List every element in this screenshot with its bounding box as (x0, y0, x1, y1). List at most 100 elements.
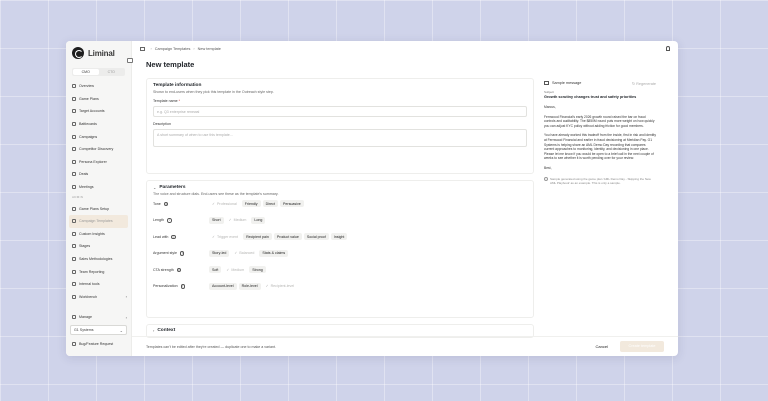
grid-icon (72, 84, 76, 89)
info-icon[interactable]: i (180, 284, 186, 289)
sidebar-item-competitor-discovery[interactable]: Competitor Discovery (66, 143, 131, 156)
info-icon[interactable]: i (167, 218, 172, 223)
sidebar-item-custom-insights[interactable]: Custom Insights (66, 228, 131, 241)
parameter-option-chip[interactable]: Account-level (209, 282, 237, 290)
notification-bell-icon[interactable] (666, 46, 670, 51)
footer-note: Templates can't be edited after they're … (146, 344, 277, 349)
parameter-label: Argument style i (153, 251, 185, 256)
app-window: Liminal CMO CTO Overview Game Plans Targ… (66, 41, 678, 356)
regenerate-button[interactable]: ↻ Regenerate (632, 81, 656, 86)
template-name-input[interactable]: e.g. Q3 enterprise renewal (153, 105, 527, 117)
info-icon[interactable]: i (171, 234, 176, 239)
sidebar-item-persona-explorer[interactable]: Persona Explorer (66, 156, 131, 169)
search-icon (72, 147, 76, 152)
sidebar-item-target-accounts[interactable]: Target Accounts (66, 105, 131, 118)
info-icon[interactable]: i (179, 251, 185, 256)
parameter-option-chip[interactable]: Friendly (241, 200, 261, 208)
parameter-option-chip[interactable]: Persuasive (279, 200, 304, 208)
sidebar-item-deals[interactable]: Deals (66, 168, 131, 181)
parameter-label: Length i (153, 218, 172, 223)
app-name: Liminal (88, 48, 115, 58)
sidebar: Liminal CMO CTO Overview Game Plans Targ… (66, 41, 133, 356)
message-signoff: Best, (544, 165, 552, 170)
parameter-option-chip[interactable]: Stats & claims (259, 249, 289, 257)
parameter-option-chip[interactable]: Social proof (303, 233, 329, 241)
parameter-option-chip[interactable]: ✓ Recipient-level (262, 282, 298, 290)
template-icon (72, 219, 76, 224)
sidebar-item-team-reporting[interactable]: Team Reporting (66, 265, 131, 278)
parameter-option-chip[interactable]: ✓ Medium (223, 266, 248, 274)
sidebar-item-workbench[interactable]: Workbench › (66, 291, 131, 304)
parameter-rows: Tone i ✓ Professional Friendly Direct Persuasi… (153, 196, 527, 295)
sidebar-item-manage[interactable]: Manage › (66, 311, 131, 324)
cancel-button[interactable]: Cancel (596, 344, 608, 349)
sample-message-header: Sample message ↻ Regenerate (544, 78, 656, 88)
create-template-button[interactable]: Create template (620, 341, 664, 352)
sample-note: Sample generated using the game plan 'AM… (544, 176, 656, 185)
sidebar-item-sales-methodologies[interactable]: Sales Methodologies (66, 253, 131, 266)
parameter-option-chip[interactable]: Story-led (209, 249, 230, 257)
content-area: Template information Shown to end-users … (146, 78, 670, 338)
chevron-down-icon: ⌄ (153, 185, 157, 190)
parameters-header[interactable]: ⌄ Parameters (153, 185, 527, 190)
home-icon[interactable] (140, 46, 145, 51)
workspace-name: G1 Systems (74, 328, 94, 333)
liminal-logo-icon (72, 47, 84, 59)
role-tab-cmo[interactable]: CMO (73, 69, 99, 75)
chevron-right-icon: › (153, 328, 155, 333)
megaphone-icon (72, 134, 76, 139)
parameter-option-chip[interactable]: Soft (209, 266, 222, 274)
parameter-option-chip[interactable]: ✓ Professional (209, 200, 240, 208)
parameter-option-chip[interactable]: ✓ Medium (225, 216, 250, 224)
sample-message-title: Sample message (552, 81, 582, 85)
check-icon: ✓ (212, 234, 216, 239)
parameter-option-chip[interactable]: Long (251, 216, 266, 224)
mail-icon (544, 81, 549, 85)
settings-icon (72, 206, 76, 211)
sidebar-item-overview[interactable]: Overview (66, 80, 131, 93)
sidebar-item-stages[interactable]: Stages (66, 240, 131, 253)
parameter-label: CTA strength i (153, 267, 182, 272)
stages-icon (72, 244, 76, 249)
sidebar-item-campaign-templates[interactable]: Campaign Templates (69, 214, 128, 228)
context-header[interactable]: › Context (153, 328, 527, 333)
parameter-option-chip[interactable]: Strong (249, 266, 266, 274)
logo: Liminal (66, 41, 131, 59)
role-toggle: CMO CTO (72, 68, 125, 76)
workspace-select[interactable]: G1 Systems ⌄ (70, 325, 127, 336)
info-icon[interactable]: i (163, 201, 169, 206)
parameter-option-chip[interactable]: Role-level (238, 282, 261, 290)
wrench-icon (72, 282, 76, 287)
sidebar-item-battlecards[interactable]: Battlecards (66, 118, 131, 131)
sidebar-item-campaigns[interactable]: Campaigns (66, 130, 131, 143)
parameter-option-chip[interactable]: Insight (330, 233, 348, 241)
sidebar-item-game-plans-setup[interactable]: Game Plans Setup (66, 202, 131, 215)
book-icon (72, 257, 76, 262)
check-icon: ✓ (226, 267, 230, 272)
breadcrumb-separator: › (193, 46, 195, 51)
parameter-option-chip[interactable]: ✓ Trigger event (209, 233, 242, 241)
role-tab-cto[interactable]: CTO (99, 69, 125, 75)
sidebar-item-bug-report[interactable]: Bug/Feature Request (66, 337, 131, 350)
parameter-option-chip[interactable]: Short (209, 216, 224, 224)
description-textarea[interactable]: A short summary of when to use this temp… (153, 128, 527, 147)
info-icon[interactable]: i (176, 267, 182, 272)
main-content: › Campaign Templates › New template New … (132, 41, 678, 356)
parameter-option-chip[interactable]: Recipient pain (243, 233, 272, 241)
parameters-card: ⌄ Parameters The voice and structure dia… (146, 180, 534, 318)
check-icon: ✓ (234, 251, 238, 256)
info-icon (544, 176, 548, 181)
chevron-down-icon: ⌄ (119, 327, 123, 333)
sidebar-item-meetings[interactable]: Meetings (66, 181, 131, 194)
breadcrumb-parent[interactable]: Campaign Templates (155, 47, 191, 51)
chart-icon (72, 269, 76, 274)
parameter-option-chip[interactable]: ✓ Balanced (231, 249, 258, 257)
parameter-option-chip[interactable]: Direct (262, 200, 278, 208)
sidebar-item-game-plans[interactable]: Game Plans (66, 93, 131, 106)
sidebar-item-internal-tools[interactable]: Internal tools (66, 278, 131, 291)
target-icon (72, 109, 76, 114)
deal-icon (72, 172, 76, 177)
parameter-option-chip[interactable]: Product value (273, 233, 302, 241)
template-information-card: Template information Shown to end-users … (146, 78, 534, 174)
template-info-subtitle: Shown to end-users when they pick this t… (153, 89, 274, 94)
